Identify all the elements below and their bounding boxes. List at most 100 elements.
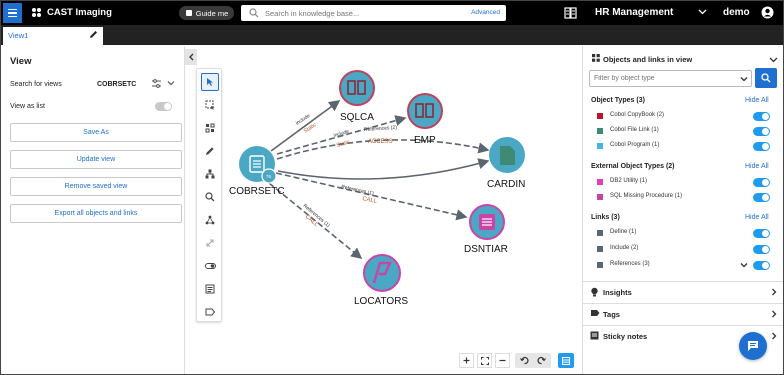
hide-all-links[interactable]: Hide All bbox=[745, 214, 769, 221]
edge-sublabel: Static bbox=[303, 122, 318, 135]
save-as-button[interactable]: Save As bbox=[10, 123, 182, 142]
graph-toolbar bbox=[196, 68, 222, 322]
undo-icon[interactable] bbox=[520, 356, 529, 365]
view-as-list-label: View as list bbox=[10, 103, 45, 110]
user-name[interactable]: demo bbox=[723, 7, 750, 18]
edge-sublabel: CALL bbox=[362, 196, 379, 205]
chevron-down-icon[interactable] bbox=[740, 75, 748, 83]
advanced-search-link[interactable]: Advanced bbox=[471, 9, 500, 16]
node-emp[interactable]: EMP bbox=[407, 93, 443, 146]
user-avatar-icon[interactable] bbox=[761, 6, 774, 19]
view-as-list-toggle[interactable] bbox=[155, 102, 172, 111]
external-type-toggle[interactable] bbox=[753, 178, 770, 187]
draw-tool[interactable] bbox=[201, 142, 219, 160]
group-tool[interactable] bbox=[201, 119, 219, 137]
legend-swatch bbox=[597, 179, 603, 185]
update-view-button[interactable]: Update view bbox=[10, 150, 182, 169]
hierarchy-icon bbox=[205, 169, 215, 179]
legend-swatch bbox=[597, 194, 603, 200]
edit-pencil-icon[interactable] bbox=[89, 30, 98, 39]
node-badge: 76 bbox=[266, 174, 272, 179]
chat-fab-button[interactable] bbox=[739, 332, 767, 360]
notes-tool[interactable] bbox=[201, 280, 219, 298]
edge-sublabel: ACCESS bbox=[368, 139, 393, 145]
insights-accordion[interactable]: Insights bbox=[583, 281, 783, 302]
object-type-toggle[interactable] bbox=[753, 142, 770, 151]
chat-icon bbox=[748, 341, 758, 351]
object-type-filter[interactable] bbox=[589, 70, 752, 87]
search-icon bbox=[205, 192, 215, 202]
zoom-out-button[interactable] bbox=[495, 353, 510, 368]
guide-icon bbox=[185, 10, 192, 16]
search-views-label: Search for views bbox=[10, 81, 62, 88]
find-tool[interactable] bbox=[201, 188, 219, 206]
tab-view1[interactable]: View1 bbox=[3, 27, 103, 45]
object-type-toggle[interactable] bbox=[753, 127, 770, 136]
network-layout-tool[interactable] bbox=[201, 211, 219, 229]
toggle-tool[interactable] bbox=[201, 257, 219, 275]
view-panel: View Search for views COBRSETC View as l… bbox=[3, 46, 185, 374]
redo-icon[interactable] bbox=[537, 356, 546, 365]
view-tab-strip bbox=[1, 25, 783, 45]
application-selector[interactable]: HR Management bbox=[595, 7, 673, 18]
fit-view-button[interactable] bbox=[477, 353, 492, 368]
hierarchy-layout-tool[interactable] bbox=[201, 165, 219, 183]
edge-label: References (1) bbox=[341, 184, 375, 197]
zoom-in-button[interactable] bbox=[459, 353, 474, 368]
edge-cardin[interactable] bbox=[277, 158, 490, 180]
node-locators[interactable]: LOCATORS bbox=[354, 254, 408, 307]
brand: CAST Imaging bbox=[31, 7, 112, 18]
search-icon bbox=[249, 8, 259, 18]
select-pointer-tool[interactable] bbox=[201, 73, 219, 91]
link-item: Include (2) bbox=[610, 245, 639, 251]
tags-accordion[interactable]: Tags bbox=[583, 303, 783, 324]
documentation-icon[interactable] bbox=[564, 7, 577, 19]
box-select-tool[interactable] bbox=[201, 96, 219, 114]
node-label: CARDIN bbox=[487, 179, 525, 190]
expand-diagonal-icon bbox=[206, 239, 214, 247]
link-toggle[interactable] bbox=[753, 229, 770, 238]
knowledge-search[interactable]: Advanced bbox=[241, 5, 506, 21]
group-icon bbox=[205, 123, 215, 133]
app-frame: CAST Imaging Guide me Advanced HR Manage… bbox=[0, 0, 784, 375]
link-toggle[interactable] bbox=[753, 261, 770, 270]
tag-icon bbox=[591, 310, 600, 316]
filter-search-button[interactable] bbox=[755, 68, 777, 88]
chevron-down-icon[interactable] bbox=[698, 7, 707, 16]
node-cobrsetc[interactable]: 76 COBRSETC bbox=[229, 146, 285, 197]
legend-swatch bbox=[597, 230, 603, 236]
edge-sublabel: Static bbox=[336, 139, 351, 149]
node-cardin[interactable]: CARDIN bbox=[487, 137, 525, 190]
object-type-toggle[interactable] bbox=[753, 112, 770, 121]
chevron-right-icon bbox=[772, 288, 777, 296]
objects-grid-icon bbox=[592, 54, 600, 62]
hamburger-menu-icon[interactable] bbox=[3, 3, 22, 23]
chevron-down-icon[interactable] bbox=[769, 55, 778, 64]
object-type-item: Cobol CopyBook (2) bbox=[610, 112, 665, 118]
node-sqlca[interactable]: SQLCA bbox=[339, 70, 375, 123]
tag-tool[interactable] bbox=[201, 303, 219, 321]
chevron-down-icon[interactable] bbox=[167, 79, 175, 87]
guide-label: Guide me bbox=[195, 8, 229, 18]
search-input[interactable] bbox=[265, 8, 455, 18]
layout-mode-button[interactable] bbox=[558, 353, 574, 368]
search-views-value[interactable]: COBRSETC bbox=[97, 81, 136, 88]
node-dsntiar[interactable]: DSNTIAR bbox=[464, 204, 508, 255]
dependency-graph[interactable]: include Static include Static References… bbox=[185, 46, 581, 374]
object-types-heading: Object Types (3) bbox=[591, 97, 645, 104]
minus-icon bbox=[499, 359, 506, 362]
remove-saved-view-button[interactable]: Remove saved view bbox=[10, 177, 182, 196]
view-panel-title: View bbox=[10, 56, 32, 67]
guide-me-button[interactable]: Guide me bbox=[179, 6, 234, 20]
hide-all-object-types[interactable]: Hide All bbox=[745, 97, 769, 104]
hide-all-external-types[interactable]: Hide All bbox=[745, 163, 769, 170]
export-all-button[interactable]: Export all objects and links bbox=[10, 204, 182, 223]
lightbulb-icon bbox=[591, 287, 598, 297]
external-type-toggle[interactable] bbox=[753, 193, 770, 202]
filter-input[interactable] bbox=[594, 75, 739, 82]
filter-settings-icon[interactable] bbox=[151, 78, 162, 89]
chevron-down-icon[interactable] bbox=[740, 261, 748, 269]
expand-tool[interactable] bbox=[201, 234, 219, 252]
link-toggle[interactable] bbox=[753, 245, 770, 254]
edge-include-sqlca[interactable] bbox=[270, 100, 341, 152]
